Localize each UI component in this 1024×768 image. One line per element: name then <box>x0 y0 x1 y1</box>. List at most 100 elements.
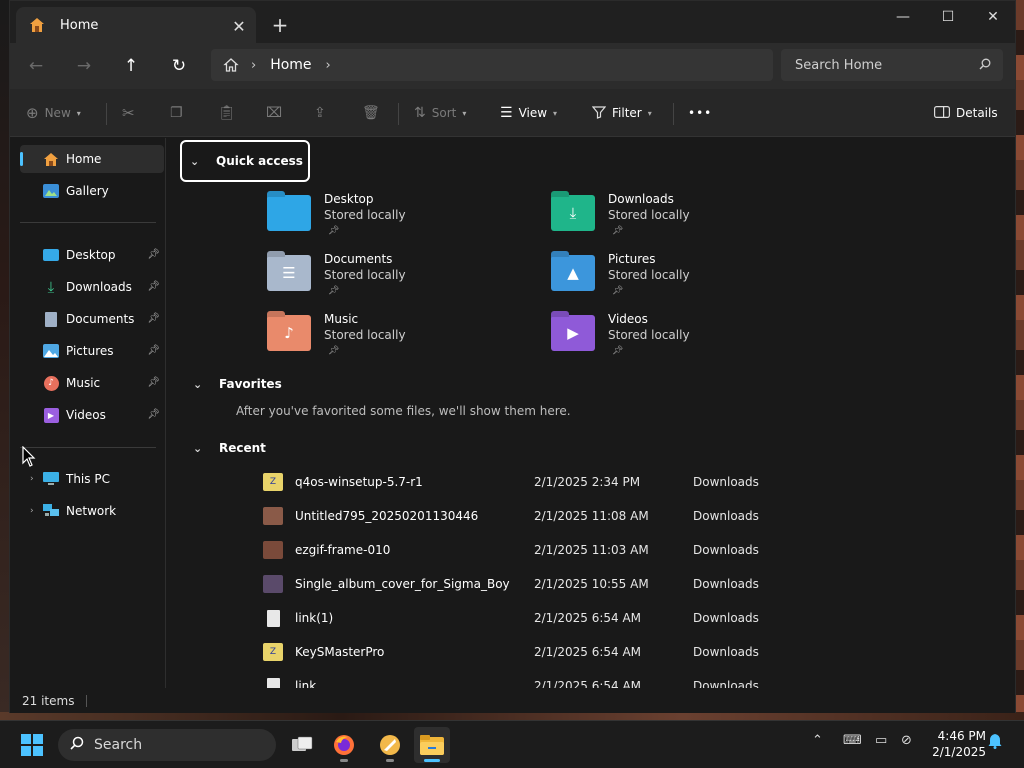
sidebar-item-videos[interactable]: ▶ Videos 📌︎ <box>20 401 164 429</box>
taskbar: Search ⌃ ⌨ ▭ ⊘ 4:46 PM 2/1/2025 <box>0 720 1024 768</box>
music-icon: ♪ <box>42 375 60 391</box>
new-label: New <box>44 106 71 120</box>
minimize-button[interactable]: — <box>880 1 926 33</box>
chevron-down-icon: ▾ <box>462 108 467 118</box>
forward-button[interactable]: → <box>70 53 98 79</box>
videos-folder-icon: ▶ <box>551 315 595 351</box>
sidebar-item-gallery[interactable]: Gallery <box>20 177 164 205</box>
back-button[interactable]: ← <box>22 53 50 79</box>
new-tab-button[interactable]: + <box>268 13 292 37</box>
clock[interactable]: 4:46 PM 2/1/2025 <box>924 728 986 760</box>
up-button[interactable]: ↑ <box>117 53 145 79</box>
chevron-right-icon[interactable]: › <box>251 58 256 73</box>
taskbar-search[interactable]: Search <box>58 729 276 761</box>
notification-bell-icon[interactable] <box>988 733 1002 753</box>
pin-icon[interactable]: 📌︎ <box>147 313 160 324</box>
table-row[interactable]: Z q4os-winsetup-5.7-r1 2/1/2025 2:34 PM … <box>263 465 903 499</box>
item-status: Stored locally <box>608 268 690 282</box>
pin-icon[interactable]: 📌︎ <box>147 345 160 356</box>
table-row[interactable]: Untitled795_20250201130446 2/1/2025 11:0… <box>263 499 903 533</box>
task-view-button[interactable] <box>284 727 320 763</box>
chevron-right-icon[interactable]: › <box>30 506 40 516</box>
file-date: 2/1/2025 10:55 AM <box>534 577 649 591</box>
pin-icon[interactable]: 📌︎ <box>147 249 160 260</box>
view-label: View <box>518 106 548 120</box>
favorites-empty-message: After you've favorited some files, we'll… <box>236 404 571 418</box>
tab-home[interactable]: Home ✕ <box>16 7 256 43</box>
show-hidden-icons-button[interactable]: ⌃ <box>812 733 823 748</box>
sidebar-item-this-pc[interactable]: › This PC <box>20 465 164 493</box>
sidebar-item-home[interactable]: Home <box>20 145 164 173</box>
app-button[interactable] <box>372 727 408 763</box>
close-window-button[interactable]: ✕ <box>970 1 1016 33</box>
share-icon[interactable]: ⇪ <box>314 101 326 125</box>
pin-icon[interactable]: 📌︎ <box>147 409 160 420</box>
quick-access-pictures[interactable]: ▲ Pictures Stored locally 📌︎ <box>551 251 690 299</box>
computer-icon <box>42 471 60 487</box>
sidebar-item-music[interactable]: ♪ Music 📌︎ <box>20 369 164 397</box>
sidebar-item-pictures[interactable]: Pictures 📌︎ <box>20 337 164 365</box>
filter-button[interactable]: Filter ▾ <box>591 101 652 125</box>
close-tab-icon[interactable]: ✕ <box>228 15 250 37</box>
quick-access-desktop[interactable]: Desktop Stored locally 📌︎ <box>267 191 406 239</box>
quick-access-downloads[interactable]: ⤓ Downloads Stored locally 📌︎ <box>551 191 690 239</box>
table-row[interactable]: ezgif-frame-010 2/1/2025 11:03 AM Downlo… <box>263 533 903 567</box>
task-view-icon <box>292 736 313 751</box>
firefox-button[interactable] <box>326 727 362 763</box>
volume-icon[interactable]: ⊘ <box>901 733 912 748</box>
image-thumb-icon <box>263 541 283 559</box>
search-input[interactable]: Search Home <box>795 58 979 73</box>
table-row[interactable]: link 2/1/2025 6:54 AM Downloads <box>263 669 903 688</box>
file-explorer-button[interactable] <box>414 727 450 763</box>
file-explorer-window: Home ✕ + — ☐ ✕ ← → ↑ ↻ › Home › Search H… <box>9 0 1016 713</box>
recent-header[interactable]: ⌄ Recent <box>185 436 266 460</box>
delete-icon[interactable]: 🗑︎ <box>362 101 380 125</box>
more-options-button[interactable]: ••• <box>688 101 712 125</box>
chevron-right-icon[interactable]: › <box>30 474 40 484</box>
pictures-icon <box>42 343 60 359</box>
view-button[interactable]: ☰ View ▾ <box>500 101 557 125</box>
details-label: Details <box>956 106 998 120</box>
sidebar-item-documents[interactable]: Documents 📌︎ <box>20 305 164 333</box>
pin-icon[interactable]: 📌︎ <box>147 377 160 388</box>
sidebar-item-downloads[interactable]: ⤓ Downloads 📌︎ <box>20 273 164 301</box>
details-button[interactable]: Details <box>934 101 998 125</box>
item-status: Stored locally <box>324 268 406 282</box>
table-row[interactable]: link(1) 2/1/2025 6:54 AM Downloads <box>263 601 903 635</box>
section-title: Favorites <box>219 377 282 391</box>
sidebar-item-desktop[interactable]: Desktop 📌︎ <box>20 241 164 269</box>
sidebar-item-label: Gallery <box>66 184 109 198</box>
navigation-bar: ← → ↑ ↻ › Home › Search Home <box>10 43 1015 89</box>
favorites-header[interactable]: ⌄ Favorites <box>185 372 282 396</box>
pin-icon[interactable]: 📌︎ <box>147 281 160 292</box>
search-box[interactable]: Search Home <box>781 49 1003 81</box>
file-date: 2/1/2025 11:03 AM <box>534 543 649 557</box>
paste-icon[interactable]: 📋︎ <box>218 101 236 125</box>
table-row[interactable]: Single_album_cover_for_Sigma_Boy 2/1/202… <box>263 567 903 601</box>
item-name: Videos <box>608 312 648 326</box>
refresh-button[interactable]: ↻ <box>165 53 193 79</box>
keyboard-icon[interactable]: ⌨ <box>843 733 862 748</box>
network-status-icon[interactable]: ▭ <box>875 733 887 748</box>
rename-icon[interactable]: ⌧ <box>266 101 282 125</box>
sort-button[interactable]: ⇅ Sort ▾ <box>414 101 466 125</box>
cut-icon[interactable]: ✂ <box>122 101 135 125</box>
divider <box>398 103 399 125</box>
quick-access-documents[interactable]: ☰ Documents Stored locally 📌︎ <box>267 251 406 299</box>
quick-access-music[interactable]: ♪ Music Stored locally 📌︎ <box>267 311 406 359</box>
quick-access-header[interactable]: ⌄ Quick access <box>180 140 310 182</box>
chevron-right-icon[interactable]: › <box>326 58 331 73</box>
item-name: Documents <box>324 252 393 266</box>
quick-access-videos[interactable]: ▶ Videos Stored locally 📌︎ <box>551 311 690 359</box>
address-bar[interactable]: › Home › <box>211 49 773 81</box>
breadcrumb[interactable]: Home <box>270 57 311 73</box>
sidebar-item-network[interactable]: › Network <box>20 497 164 525</box>
sidebar-item-label: Network <box>66 504 117 518</box>
home-icon[interactable] <box>221 55 241 75</box>
table-row[interactable]: Z KeySMasterPro 2/1/2025 6:54 AM Downloa… <box>263 635 903 669</box>
maximize-button[interactable]: ☐ <box>925 1 971 33</box>
new-button[interactable]: ⊕ New ▾ <box>26 101 81 125</box>
copy-icon[interactable]: ❐ <box>170 101 183 125</box>
pictures-folder-icon: ▲ <box>551 255 595 291</box>
start-button[interactable] <box>14 727 50 763</box>
